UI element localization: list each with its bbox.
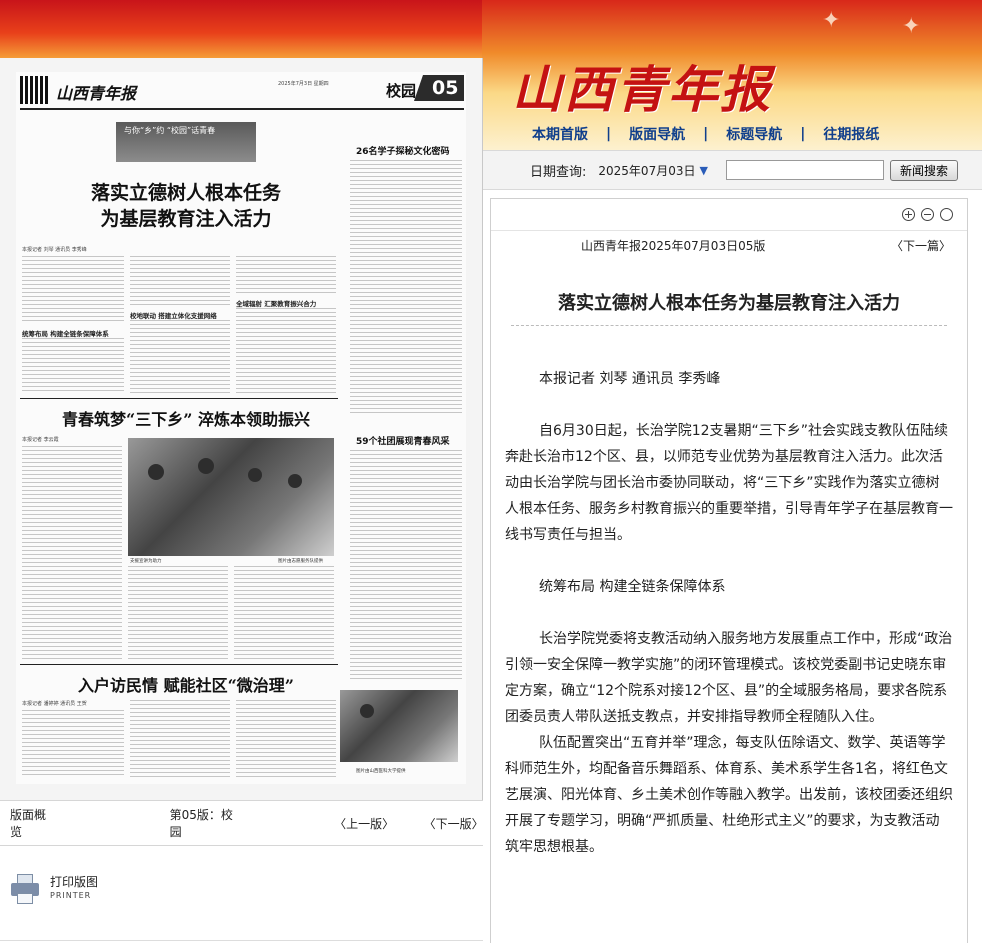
dropdown-triangle-icon[interactable]: ▼ — [699, 164, 707, 177]
text-column — [22, 446, 122, 660]
story-subhead-1: 统筹布局 构建全链条保障体系 — [22, 330, 109, 338]
page-masthead: 山西青年报 — [56, 84, 137, 103]
text-column — [22, 710, 124, 778]
print-label-en: PRINTER — [50, 891, 92, 900]
page-overview-label: 版面概览 — [10, 808, 47, 839]
text-column — [130, 700, 230, 778]
text-column — [236, 700, 336, 778]
community-photo — [340, 690, 458, 762]
article-paragraph: 队伍配置突出“五育并举”理念，每支队伍除语文、数学、英语等学科师范生外，均配备音… — [505, 735, 953, 855]
nav-separator: | — [606, 126, 612, 142]
text-column — [236, 256, 336, 294]
story-divider — [20, 398, 338, 399]
print-page-button[interactable]: 打印版图 PRINTER — [10, 872, 98, 906]
text-column — [22, 256, 124, 324]
nav-title-navigation[interactable]: 标题导航 — [726, 124, 782, 144]
article-meta: 山西青年报2025年07月03日05版 〈下一篇〉 — [491, 231, 967, 259]
article-panel: 山西青年报2025年07月03日05版 〈下一篇〉 落实立德树人根本任务为基层教… — [490, 198, 968, 943]
date-query-bar: 日期查询: 2025年07月03日 ▼ 新闻搜索 — [482, 150, 982, 190]
volunteer-photo — [128, 438, 334, 556]
article-body: 本报记者 刘琴 通讯员 李秀峰 自6月30日起，长治学院12支暑期“三下乡”社会… — [491, 326, 967, 860]
date-query-label: 日期查询: — [530, 164, 587, 180]
side-story-title-1[interactable]: 26名学子探秘文化密码 — [356, 144, 450, 157]
article-source: 山西青年报2025年07月03日05版 — [581, 238, 766, 253]
text-column — [128, 566, 228, 660]
page-section-label: 校园 — [386, 82, 417, 100]
divider — [0, 940, 483, 941]
printer-icon — [10, 872, 40, 906]
story-byline-2: 本报记者 李云霞 — [22, 437, 59, 443]
nav-current-issue[interactable]: 本期首版 — [532, 124, 588, 144]
nav-separator: | — [800, 126, 806, 142]
text-column — [350, 160, 462, 416]
article-byline: 本报记者 刘琴 通讯员 李秀峰 — [539, 371, 721, 387]
column-badge: 与你“乡”约 “校园”话青春 — [116, 122, 256, 162]
newspaper-page-view: 山西青年报 2025年7月3日 星期四 校园 05 与你“乡”约 “校园”话青春… — [0, 58, 483, 800]
previous-page-link[interactable]: 〈上一版〉 — [334, 815, 394, 832]
nav-separator: | — [703, 126, 709, 142]
nav-page-navigation[interactable]: 版面导航 — [629, 124, 685, 144]
nav-past-issues[interactable]: 往期报纸 — [823, 124, 879, 144]
reset-zoom-icon[interactable] — [940, 208, 953, 221]
story-byline-3: 本报记者 潘婷婷 通讯员 王贺 — [22, 701, 87, 707]
text-column — [234, 566, 334, 660]
qr-code-icon — [20, 76, 48, 104]
article-toolbar — [491, 199, 967, 231]
article-subheading: 统筹布局 构建全链条保障体系 — [539, 579, 726, 595]
current-page-label: 第05版：校园 — [169, 808, 233, 839]
page-rule — [20, 108, 464, 110]
story-subhead-3: 全域辐射 汇聚教育振兴合力 — [236, 300, 317, 308]
photo-caption-left: 支援宣讲为助力 — [130, 559, 162, 564]
date-select[interactable]: 2025年07月03日 — [598, 162, 695, 179]
next-page-link[interactable]: 〈下一版〉 — [424, 815, 484, 832]
story-subhead-2: 校地联动 搭建立体化支援网络 — [130, 312, 217, 320]
zoom-out-icon[interactable] — [921, 208, 934, 221]
article-title: 落实立德树人根本任务为基层教育注入活力 — [511, 289, 947, 326]
photo-caption-right: 图片由志愿服务队提供 — [278, 559, 323, 564]
text-column — [350, 450, 462, 682]
page-number-badge: 05 — [414, 75, 464, 101]
story-title-2[interactable]: 青春筑梦“三下乡” 淬炼本领助振兴 — [36, 406, 336, 430]
text-column — [130, 320, 230, 394]
zoom-in-icon[interactable] — [902, 208, 915, 221]
page-navigation-bar: 版面概览 第05版：校园 〈上一版〉 〈下一版〉 — [0, 800, 484, 846]
story-divider — [20, 664, 338, 665]
story-title-1[interactable]: 落实立德树人根本任务 为基层教育注入活力 — [36, 180, 336, 232]
site-logo[interactable]: 山西青年报 — [512, 50, 772, 122]
story-title-3[interactable]: 入户访民情 赋能社区“微治理” — [36, 672, 336, 696]
photo-caption-bottom: 图片由山西医科大学提供 — [356, 769, 406, 774]
dove-icon: ✦ — [902, 14, 921, 39]
text-column — [236, 308, 336, 394]
page-header-date: 2025年7月3日 星期四 — [278, 81, 329, 87]
next-article-link[interactable]: 〈下一篇〉 — [891, 237, 951, 254]
dove-icon: ✦ — [822, 8, 841, 33]
side-story-title-2[interactable]: 59个社团展现青春风采 — [356, 434, 450, 447]
story-byline-1: 本报记者 刘琴 通讯员 李秀峰 — [22, 247, 87, 253]
text-column — [22, 338, 124, 394]
top-nav: 本期首版 | 版面导航 | 标题导航 | 往期报纸 — [482, 120, 982, 148]
article-paragraph: 长治学院党委将支教活动纳入服务地方发展重点工作中，形成“政治引领一安全保障一教学… — [505, 631, 953, 725]
newspaper-page-image[interactable]: 山西青年报 2025年7月3日 星期四 校园 05 与你“乡”约 “校园”话青春… — [16, 72, 466, 784]
search-input[interactable] — [725, 160, 884, 180]
article-paragraph: 自6月30日起，长治学院12支暑期“三下乡”社会实践支教队伍陆续奔赴长治市12个… — [505, 423, 953, 543]
news-search-button[interactable]: 新闻搜索 — [889, 159, 958, 181]
text-column — [130, 256, 230, 306]
print-label: 打印版图 — [50, 875, 99, 889]
